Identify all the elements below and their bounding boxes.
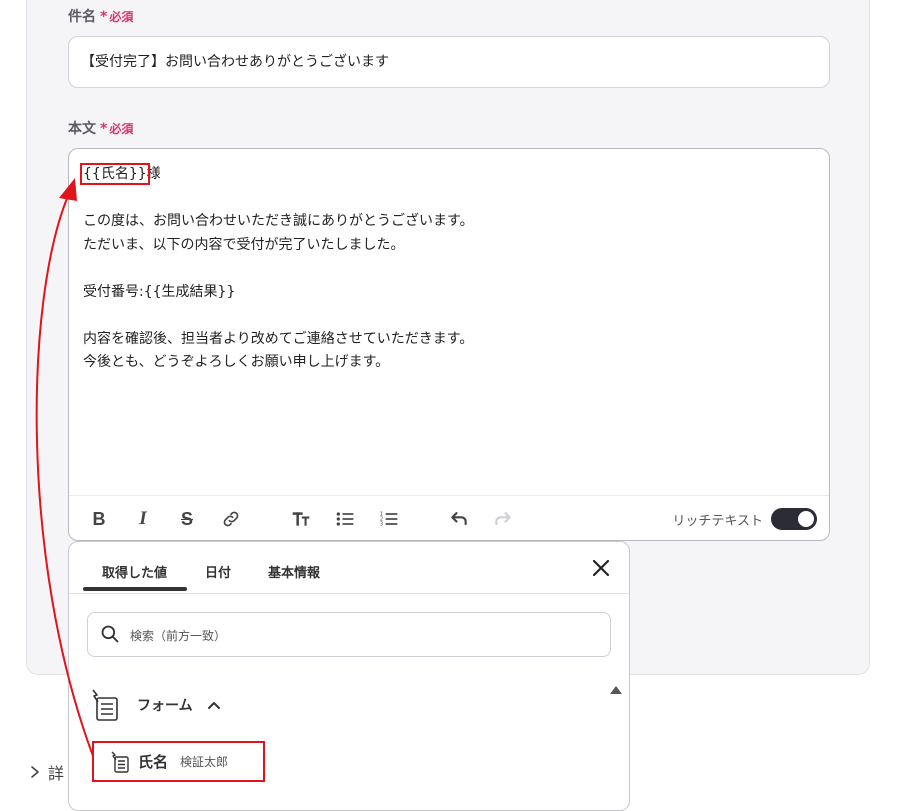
list-item-name[interactable]: 氏名 検証太郎 xyxy=(92,741,265,782)
tab-date[interactable]: 日付 xyxy=(205,562,231,581)
rich-text-label: リッチテキスト xyxy=(672,513,763,529)
search-input[interactable]: 検索（前方一致） xyxy=(87,612,611,657)
name-variable: {{氏名}} xyxy=(80,163,150,185)
details-label: 詳 xyxy=(48,764,65,783)
undo-icon[interactable] xyxy=(447,508,471,530)
details-toggle[interactable]: 詳 xyxy=(28,760,64,784)
body-line: この度は、お問い合わせいただき誠にありがとうございます。 xyxy=(83,213,474,229)
body-editor[interactable]: {{氏名}}様 この度は、お問い合わせいただき誠にありがとうございます。 ただい… xyxy=(68,148,830,541)
tab-acquired-values[interactable]: 取得した値 xyxy=(102,562,167,581)
tab-basic-info[interactable]: 基本情報 xyxy=(268,562,320,581)
redo-icon[interactable] xyxy=(491,508,515,530)
body-line: 受付番号:{{生成結果}} xyxy=(83,283,236,300)
bullet-list-icon[interactable] xyxy=(333,508,357,530)
rich-text-toggle[interactable] xyxy=(771,508,817,530)
text-size-icon[interactable] xyxy=(289,508,313,530)
chevron-right-icon xyxy=(31,766,39,778)
picker-tabs: 取得した値 日付 基本情報 xyxy=(69,542,629,594)
search-icon xyxy=(101,625,119,643)
subject-input[interactable]: 【受付完了】お問い合わせありがとうございます xyxy=(68,36,830,88)
greeting-line: {{氏名}}様 xyxy=(80,163,161,185)
chevron-up-icon[interactable] xyxy=(207,698,221,712)
body-label: 本文 * 必須 xyxy=(68,121,134,137)
scroll-up-icon[interactable] xyxy=(609,683,623,697)
body-line xyxy=(83,187,474,211)
group-label: フォーム xyxy=(137,698,193,714)
strikethrough-icon[interactable]: S xyxy=(175,508,199,530)
editor-toolbar: B I S 123 リッチテキスト xyxy=(69,495,829,542)
search-placeholder: 検索（前方一致） xyxy=(130,629,227,643)
item-name: 氏名 xyxy=(138,753,169,771)
bold-icon[interactable]: B xyxy=(87,508,111,530)
link-icon[interactable] xyxy=(219,508,243,530)
body-line: ただいま、以下の内容で受付が完了いたしました。 xyxy=(83,236,405,253)
body-line: 今後とも、どうぞよろしくお願い申し上げます。 xyxy=(83,354,390,370)
form-icon xyxy=(92,689,118,721)
body-line xyxy=(83,257,474,281)
body-text[interactable]: {{氏名}}様 この度は、お問い合わせいただき誠にありがとうございます。 ただい… xyxy=(80,163,474,375)
group-form[interactable]: フォーム xyxy=(89,688,221,722)
active-tab-indicator xyxy=(83,587,187,591)
body-line xyxy=(83,304,474,328)
scrollbar[interactable] xyxy=(609,682,623,810)
form-icon xyxy=(111,751,129,773)
italic-icon[interactable]: I xyxy=(131,508,155,530)
rich-text-toggle-group: リッチテキスト xyxy=(672,508,817,530)
item-value: 検証太郎 xyxy=(180,755,229,769)
svg-text:3: 3 xyxy=(380,522,383,528)
close-icon[interactable] xyxy=(589,556,613,580)
numbered-list-icon[interactable]: 123 xyxy=(377,508,401,530)
body-line: 内容を確認後、担当者より改めてご連絡させていただきます。 xyxy=(83,330,474,347)
subject-label: 件名 * 必須 xyxy=(68,9,134,25)
